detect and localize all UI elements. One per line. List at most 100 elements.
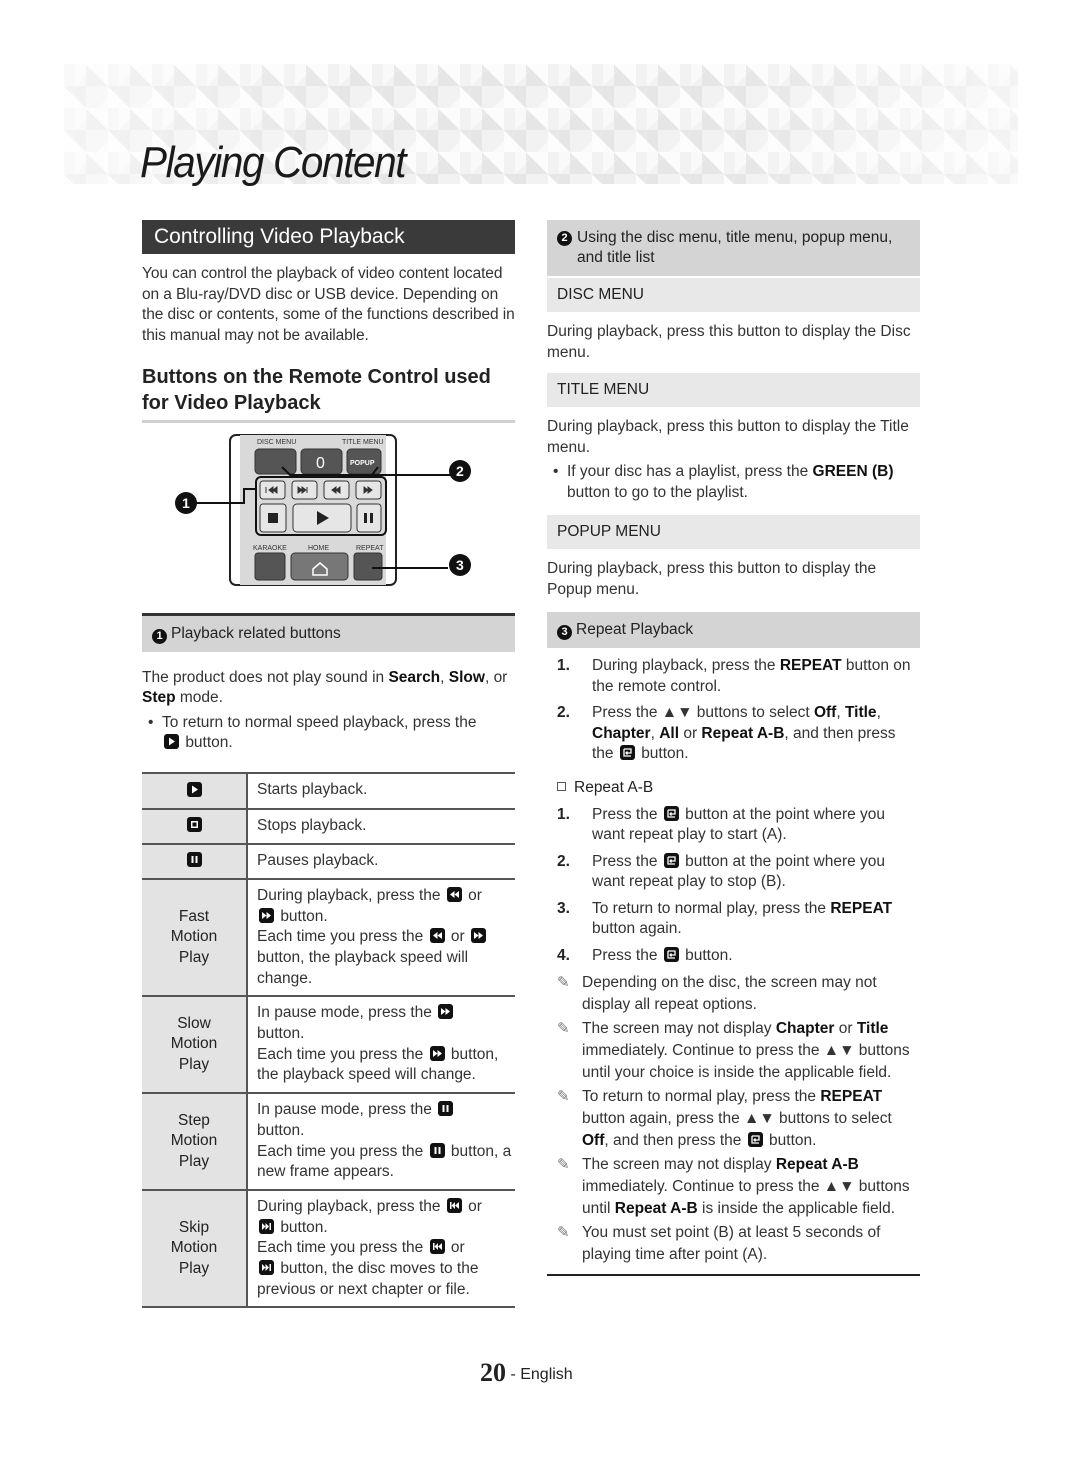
zero-label: 0 [316, 455, 325, 472]
note: ✎ The screen may not display Repeat A-B i… [557, 1156, 910, 1217]
table-row: Slow Motion Play In pause mode, press the … [142, 995, 515, 1094]
pencil-icon: ✎ [557, 974, 570, 991]
skip-forward-icon [259, 1260, 274, 1276]
footer-language: - English [510, 1366, 573, 1383]
repeat-section-title: Repeat Playback [576, 621, 694, 638]
title-menu-header: TITLE MENU [547, 373, 920, 407]
table-row: Skip Motion Play During playback, press th… [142, 1188, 515, 1309]
stop-icon [186, 817, 202, 833]
badge-3: 3 [557, 625, 572, 640]
note: ✎ To return to normal play, press the REP… [557, 1088, 892, 1149]
table-row: Stops playback. [142, 807, 515, 844]
section-title: Controlling Video Playback [142, 220, 515, 254]
skip-back-icon [429, 1239, 445, 1255]
table-row: Starts playback. [142, 771, 515, 809]
note: ✎ You must set point (B) at least 5 secon… [557, 1224, 881, 1263]
table-cell-desc: Pauses playback. [247, 842, 515, 879]
menu-section-title: Using the disc menu, title menu, popup m… [577, 229, 893, 266]
pencil-icon: ✎ [557, 1088, 570, 1105]
pencil-icon: ✎ [557, 1020, 570, 1037]
title-menu-desc: During playback, press this button to di… [547, 418, 909, 456]
playlist-bullet: If your disc has a playlist, press the G… [547, 462, 920, 503]
repeat-section-header: 3 Repeat Playback [547, 612, 920, 648]
pencil-icon: ✎ [557, 1156, 570, 1173]
table-row: Fast Motion Play During playback, press th… [142, 877, 515, 997]
checkbox-square-icon [557, 781, 566, 791]
home-key [290, 552, 349, 581]
table-cell-desc: In pause mode, press the button. Each ti… [247, 995, 515, 1094]
menu-section-header: 2 Using the disc menu, title menu, popup … [547, 220, 920, 276]
fast-forward-icon [438, 1004, 454, 1020]
note: ✎ The screen may not display Chapter or T… [557, 1020, 910, 1081]
table-cell-desc: During playback, press the or button. Ea… [247, 1188, 515, 1309]
pencil-icon: ✎ [557, 1224, 570, 1241]
ab-step: 3. To return to normal play, press the RE… [557, 899, 893, 938]
table-cell-key: Fast Motion Play [142, 877, 248, 997]
pause-glyph [370, 512, 373, 523]
note: ✎ Depending on the disc, the screen may n… [557, 974, 877, 1013]
section-end-divider [547, 1274, 920, 1276]
playback-section-title: Playback related buttons [171, 624, 341, 642]
enter-icon [747, 1132, 763, 1147]
table-cell-desc: Stops playback. [247, 807, 515, 844]
remote-control-illustration: DISC MENU TITLE MENU 0 POPUP KARAOKE HOM… [142, 423, 515, 613]
svg-text:3: 3 [456, 557, 464, 573]
fast-forward-icon [429, 1045, 445, 1061]
pause-icon [429, 1142, 445, 1158]
right-column: 2 Using the disc menu, title menu, popup … [547, 220, 920, 1276]
return-normal-bullet: To return to normal speed playback, pres… [142, 713, 515, 754]
popup-menu-header: POPUP MENU [547, 515, 920, 549]
rewind-icon [429, 928, 445, 944]
enter-icon [663, 805, 679, 821]
popup-menu-desc: During playback, press this button to di… [547, 560, 877, 598]
svg-text:2: 2 [456, 463, 464, 479]
intro-paragraph: You can control the playback of video co… [142, 265, 515, 345]
enter-icon [663, 852, 679, 868]
pause-icon [438, 1101, 454, 1117]
disc-menu-desc: During playback, press this button to di… [547, 323, 911, 361]
repeat-step: 1. During playback, press the REPEAT butt… [557, 657, 911, 695]
karaoke-key [254, 552, 286, 581]
no-sound-note: The product does not play sound in Searc… [142, 668, 508, 707]
play-icon [186, 781, 202, 797]
table-row: Pauses playback. [142, 842, 515, 879]
page-title: Playing Content [140, 138, 406, 187]
table-cell-desc: Starts playback. [247, 771, 515, 809]
popup-label: POPUP [350, 460, 375, 467]
disc-menu-key [254, 448, 297, 475]
svg-text:1: 1 [182, 495, 190, 511]
title-menu-label: TITLE MENU [342, 439, 384, 446]
enter-icon [663, 946, 679, 962]
table-row: Step Motion Play In pause mode, press the … [142, 1092, 515, 1190]
enter-icon [619, 745, 635, 760]
table-cell-desc: During playback, press the or button. Ea… [247, 877, 515, 997]
repeat-step: 2. Press the ▲▼ buttons to select Off, Ti… [557, 704, 896, 762]
disc-menu-label: DISC MENU [257, 439, 296, 446]
karaoke-label: KARAOKE [253, 545, 287, 552]
pause-icon [186, 852, 202, 868]
disc-menu-header: DISC MENU [547, 278, 920, 312]
table-cell-desc: In pause mode, press the button. Each ti… [247, 1092, 515, 1190]
skip-forward-icon [259, 1218, 274, 1234]
subheading: Buttons on the Remote Control used for V… [142, 364, 515, 423]
fast-forward-icon [471, 928, 487, 944]
playback-functions-table: Starts playback. Stops playback. Pauses … [142, 771, 515, 1309]
badge-1: 1 [152, 628, 167, 644]
home-label: HOME [308, 545, 329, 552]
stop-glyph [268, 512, 278, 523]
table-cell-key: Slow Motion Play [142, 995, 248, 1094]
ab-step: 2. Press the button at the point where yo… [557, 852, 886, 890]
playback-section-header: 1 Playback related buttons [142, 615, 515, 652]
pause-key [356, 503, 382, 533]
play-icon [164, 734, 179, 750]
skip-back-icon [446, 1197, 462, 1213]
repeat-label: REPEAT [356, 545, 384, 552]
fast-forward-icon [259, 907, 274, 923]
badge-2: 2 [557, 231, 572, 246]
page-footer: 20 - English [480, 1358, 573, 1388]
ab-step: 4. Press the button. [557, 946, 733, 964]
ab-step: 1. Press the button at the point where yo… [557, 805, 886, 843]
repeat-ab-heading: Repeat A-B [547, 779, 920, 797]
left-column: Controlling Video Playback You can contr… [142, 220, 515, 1309]
repeat-key [353, 552, 383, 581]
